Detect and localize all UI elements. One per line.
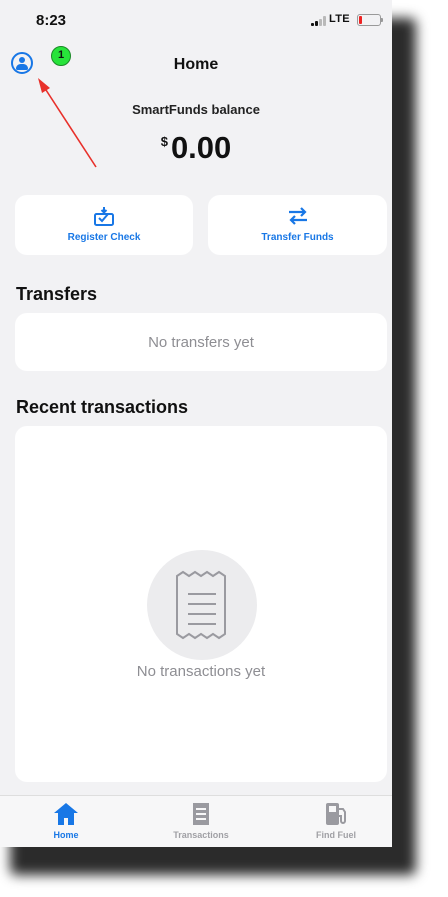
phone-screen: 8:23 LTE 1 Home SmartFunds balance $0.00… [0, 0, 392, 847]
receipt-icon [193, 803, 209, 825]
tab-home[interactable]: Home [1, 796, 131, 847]
home-icon [54, 803, 78, 825]
annotation-arrow-icon [38, 78, 97, 168]
tab-find-fuel-label: Find Fuel [316, 830, 356, 840]
balance-value: 0.00 [170, 130, 232, 165]
balance-amount: $0.00 [0, 130, 392, 166]
transactions-card: No transactions yet [15, 426, 387, 782]
transfers-empty-text: No transfers yet [148, 334, 254, 351]
register-check-label: Register Check [67, 232, 141, 243]
page-title: Home [173, 56, 219, 73]
receipt-icon [176, 570, 226, 640]
receipt-placeholder [147, 550, 257, 660]
tab-find-fuel[interactable]: Find Fuel [271, 796, 392, 847]
transfer-funds-button[interactable]: Transfer Funds [208, 195, 387, 255]
transactions-empty-text: No transactions yet [136, 663, 266, 680]
tab-transactions-label: Transactions [173, 830, 229, 840]
transfers-heading: Transfers [16, 284, 98, 304]
transactions-heading: Recent transactions [16, 397, 189, 417]
tab-bar: Home Transactions Find Fuel [0, 795, 392, 847]
transfer-funds-label: Transfer Funds [261, 232, 334, 243]
check-deposit-icon [94, 207, 114, 226]
transfers-card: No transfers yet [15, 313, 387, 371]
tab-transactions[interactable]: Transactions [136, 796, 266, 847]
tab-home-label: Home [53, 830, 79, 840]
transfer-arrows-icon [288, 207, 307, 225]
register-check-button[interactable]: Register Check [15, 195, 193, 255]
currency-symbol: $ [160, 134, 168, 149]
balance-label: SmartFunds balance [132, 102, 260, 117]
fuel-pump-icon [326, 803, 346, 825]
